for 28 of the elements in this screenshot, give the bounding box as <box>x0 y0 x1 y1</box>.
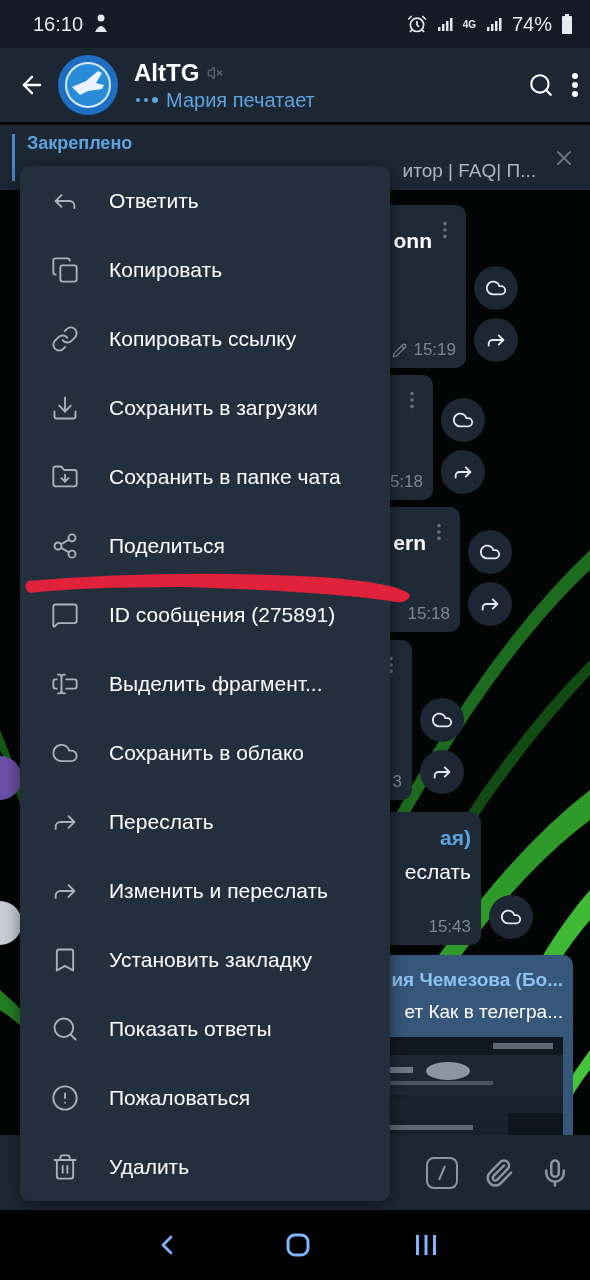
home-icon <box>285 1232 311 1258</box>
battery-level: 74% <box>511 12 552 36</box>
commands-button[interactable] <box>426 1156 458 1189</box>
search-button[interactable] <box>528 72 554 98</box>
pinned-label: Закреплено <box>27 133 134 154</box>
paperclip-icon <box>484 1157 514 1188</box>
battery-icon <box>562 14 572 34</box>
typing-icon <box>134 96 160 104</box>
recents-button[interactable] <box>413 1232 439 1258</box>
alarm-icon <box>406 14 427 34</box>
signal-icon <box>436 16 453 32</box>
channel-avatar <box>58 55 118 115</box>
mute-icon <box>207 64 224 81</box>
search-icon <box>528 72 554 98</box>
slash-icon <box>437 1164 447 1181</box>
person-icon <box>93 14 110 34</box>
attach-button[interactable] <box>484 1157 514 1188</box>
signal-icon <box>485 16 502 32</box>
chat-title: AltTG <box>134 58 200 87</box>
clock-time: 16:10 <box>33 12 84 36</box>
home-button[interactable] <box>285 1232 311 1258</box>
recents-icon <box>413 1232 439 1258</box>
more-button[interactable] <box>572 73 578 97</box>
typing-status: Мария печатает <box>166 88 315 112</box>
network-label: 4G <box>462 18 476 30</box>
pinned-text: итор | FAQ| П... <box>402 160 536 182</box>
menu-item[interactable]: Удалить <box>109 1154 190 1179</box>
more-icon <box>572 73 578 97</box>
